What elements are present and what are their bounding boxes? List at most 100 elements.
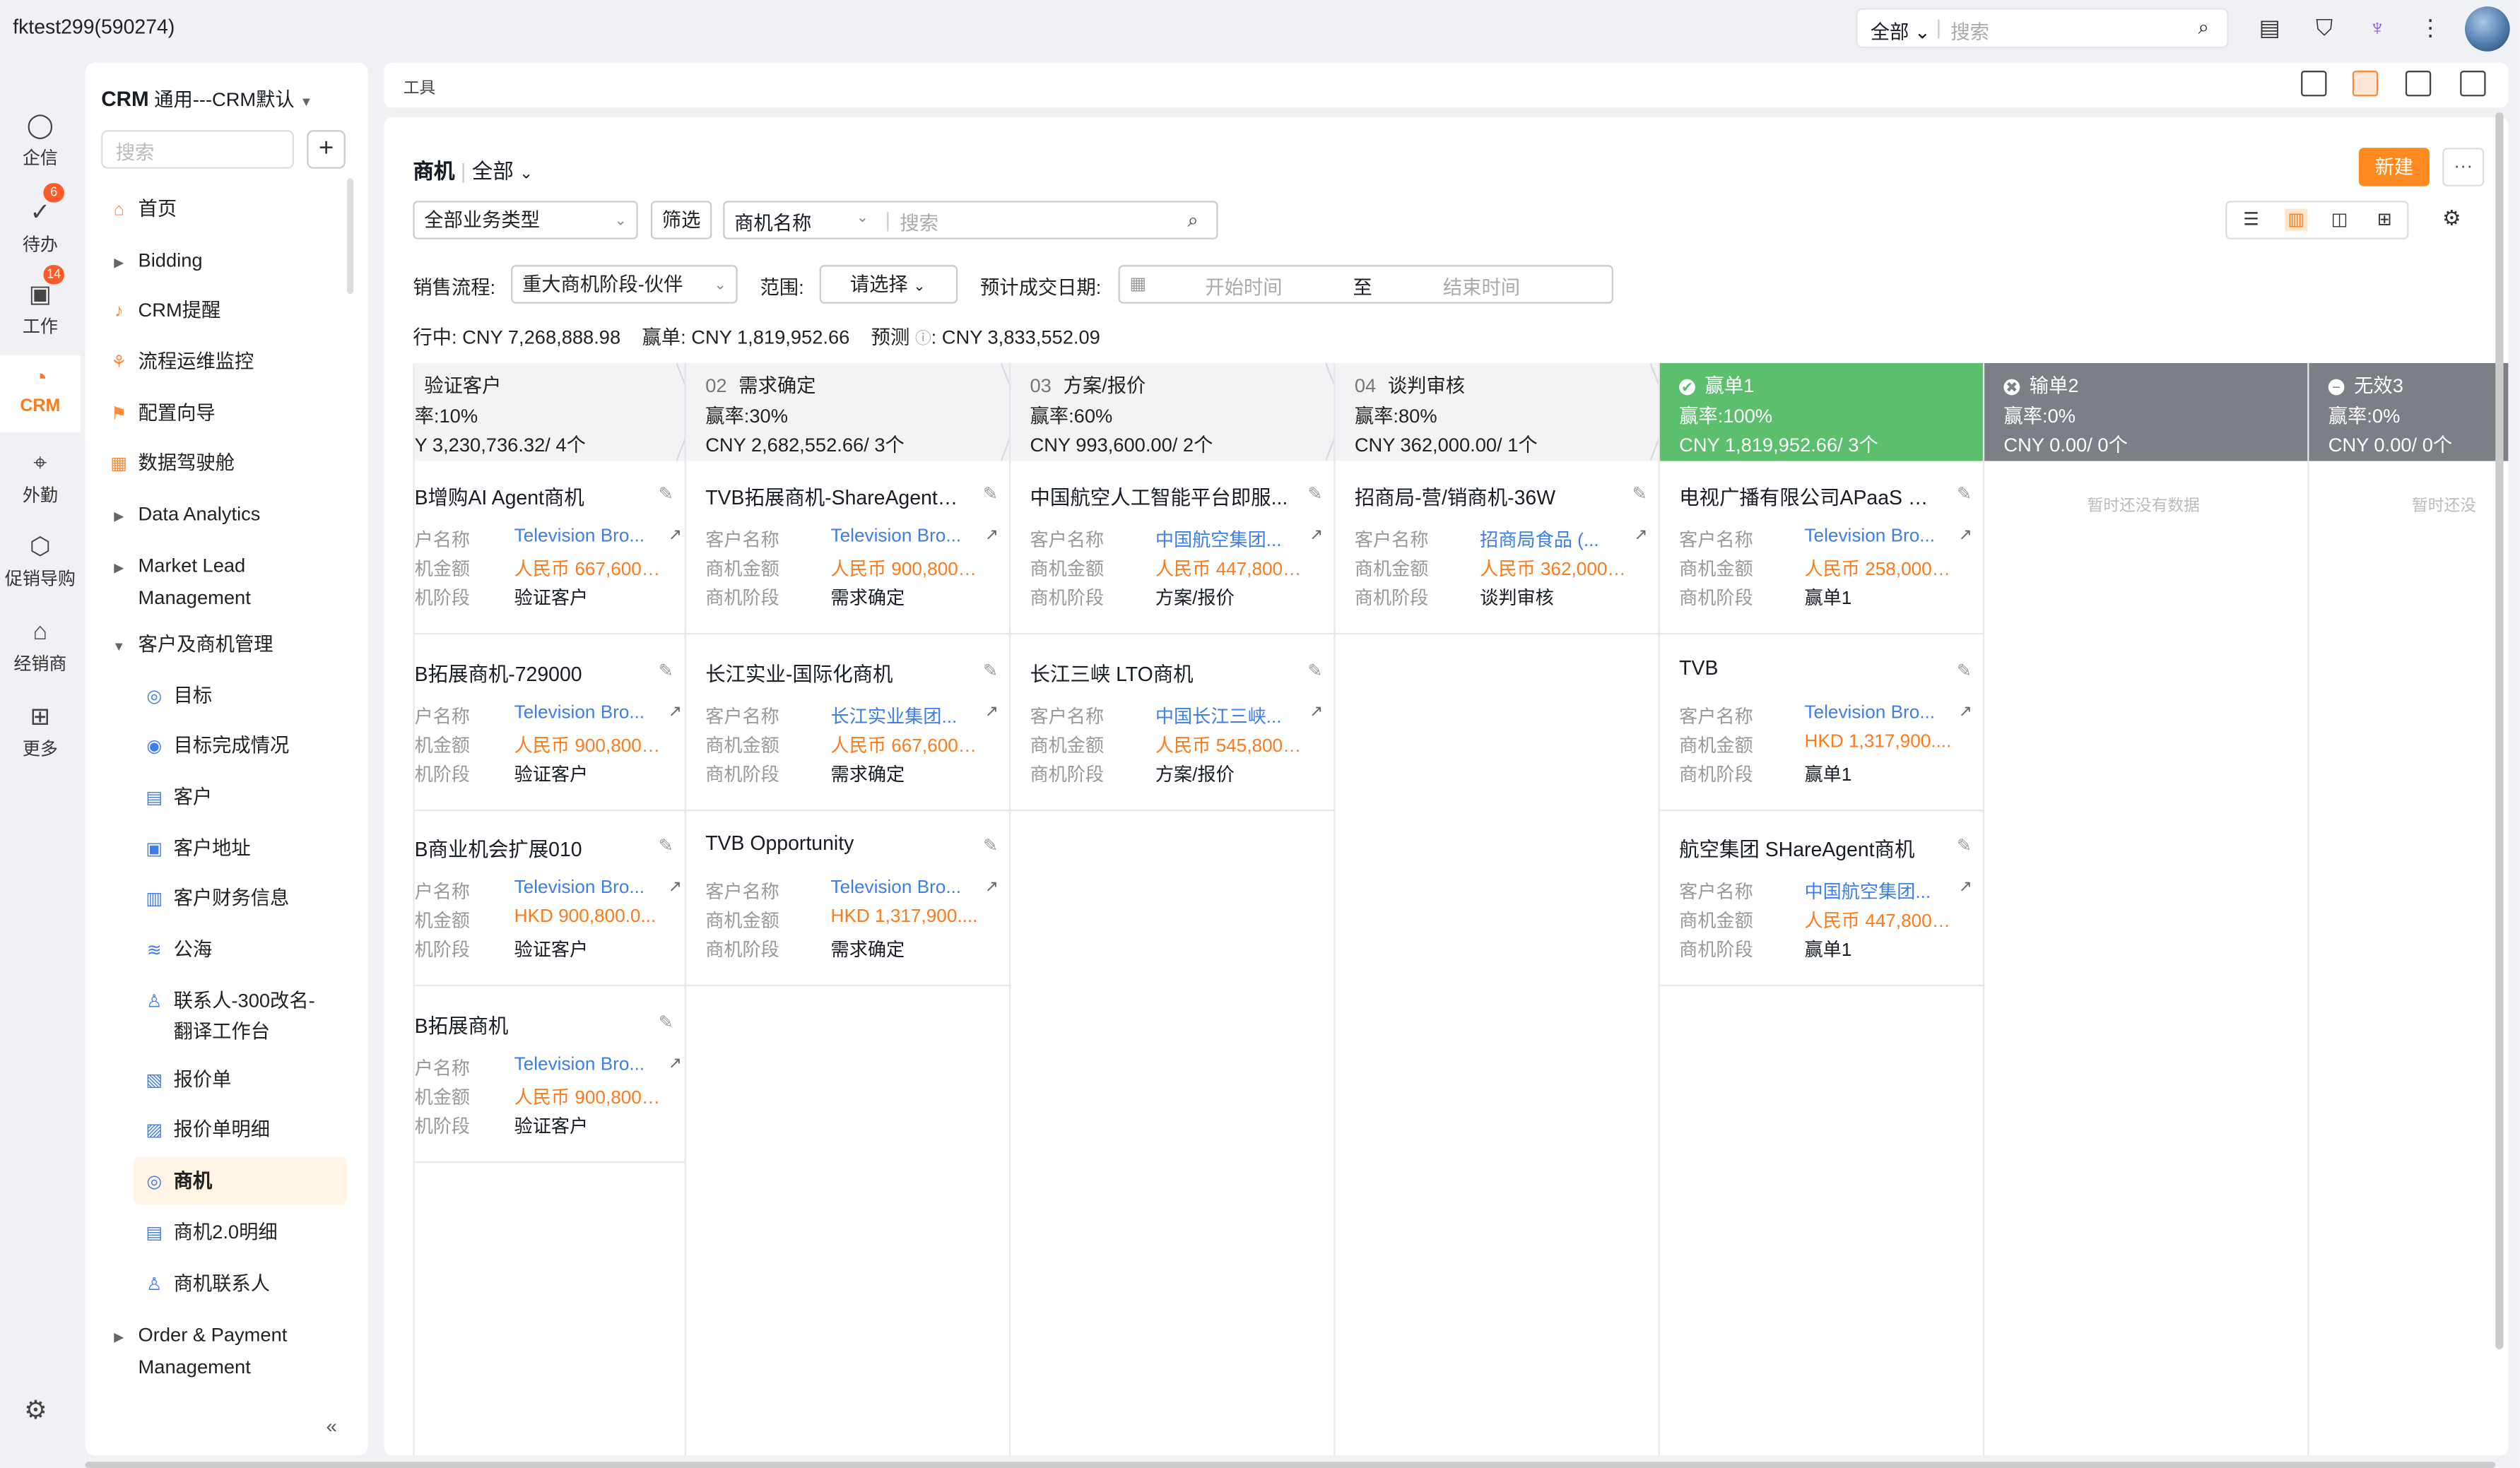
opportunity-card[interactable]: B拓展商机 ✎ 户名称 Television Bro... ↗ 机金额 人民币 90… — [414, 989, 686, 1163]
sidebar-item-19[interactable]: ▤ 商机2.0明细 — [143, 1218, 277, 1248]
more-button[interactable]: ··· — [2442, 148, 2485, 187]
opportunity-title[interactable]: 长江实业-国际化商机 — [705, 656, 965, 687]
edit-icon[interactable]: ✎ — [983, 483, 998, 504]
nav-item-0[interactable]: ◯ 企信 — [0, 103, 81, 180]
help-icon[interactable]: ⓘ — [915, 331, 931, 348]
sidebar-item-20[interactable]: ♙ 商机联系人 — [143, 1269, 270, 1299]
sidebar-item-21[interactable]: ▶ Order & Payment Management — [107, 1320, 287, 1381]
field-value[interactable]: 招商局食品 (... — [1480, 527, 1627, 552]
collapse-sidebar-icon[interactable]: « — [326, 1415, 337, 1438]
date-end-input[interactable]: 结束时间 — [1443, 273, 1520, 301]
layout-2-icon[interactable] — [2352, 71, 2379, 97]
nav-item-2[interactable]: ▣ 工作 14 — [0, 265, 81, 348]
range-select[interactable]: 请选择 ⌄ — [819, 265, 958, 304]
add-icon[interactable]: + — [307, 130, 346, 169]
opportunity-card[interactable]: 长江三峡 LTO商机 ✎ 客户名称 中国长江三峡... ↗ 商机金额 人民币 545… — [1011, 637, 1336, 811]
edit-icon[interactable]: ✎ — [1957, 483, 1972, 504]
sidebar-item-17[interactable]: ▨ 报价单明细 — [143, 1115, 270, 1145]
opportunity-title[interactable]: TVB Opportunity — [705, 832, 965, 855]
opportunity-card[interactable]: 航空集团 SHareAgent商机 ✎ 客户名称 中国航空集团... ↗ 商机金额… — [1659, 813, 1985, 987]
sidebar-item-6[interactable]: ▶ Data Analytics — [107, 499, 260, 531]
opportunity-title[interactable]: 电视广播有限公司APaaS 商机 — [1679, 480, 1939, 511]
layout-4-icon[interactable] — [2460, 71, 2486, 97]
grid-view-icon[interactable]: ⊞ — [2373, 209, 2396, 232]
sidebar-item-9[interactable]: ◎ 目标 — [143, 681, 212, 711]
stage-header[interactable]: − 无效3 赢率:0% CNY 0.00/ 0个 — [2309, 362, 2509, 461]
nav-item-5[interactable]: ⬡ 促销导购 — [0, 523, 81, 600]
avatar[interactable] — [2465, 6, 2510, 52]
opportunity-card[interactable]: 电视广播有限公司APaaS 商机 ✎ 客户名称 Television Bro...… — [1659, 461, 1985, 635]
sidebar-item-3[interactable]: ⚘ 流程运维监控 — [107, 347, 254, 377]
stage-header[interactable]: 02 需求确定 赢率:30% CNY 2,682,552.66/ 3个 — [685, 362, 1011, 461]
horizontal-scrollbar[interactable] — [85, 1462, 2496, 1468]
business-type-select[interactable]: 全部业务类型 ⌄ — [413, 201, 638, 239]
edit-icon[interactable]: ✎ — [659, 835, 673, 856]
bag-icon[interactable]: ⛉ — [2311, 14, 2338, 42]
sidebar-scrollbar[interactable] — [347, 178, 354, 295]
settings-icon[interactable]: ⚙ — [24, 1395, 47, 1426]
sidebar-item-1[interactable]: ▶ Bidding — [107, 246, 202, 278]
opportunity-card[interactable]: 招商局-营/销商机-36W ✎ 客户名称 招商局食品 (... ↗ 商机金额 人民币… — [1335, 461, 1660, 635]
open-link-icon[interactable]: ↗ — [985, 879, 999, 896]
field-value[interactable]: Television Bro... — [514, 1055, 662, 1074]
edit-icon[interactable]: ✎ — [659, 1011, 673, 1032]
field-value[interactable]: 长江实业集团... — [831, 703, 979, 728]
opportunity-title[interactable]: B拓展商机 — [415, 1008, 642, 1038]
kanban-view-icon[interactable]: ▥ — [2285, 208, 2308, 232]
edit-icon[interactable]: ✎ — [983, 659, 998, 680]
field-value[interactable]: Television Bro... — [831, 879, 979, 898]
edit-icon[interactable]: ✎ — [1957, 835, 1972, 856]
sidebar-item-10[interactable]: ◉ 目标完成情况 — [143, 731, 289, 762]
opportunity-card[interactable]: TVB ✎ 客户名称 Television Bro... ↗ 商机金额 HKD 1,… — [1659, 637, 1985, 811]
open-link-icon[interactable]: ↗ — [1309, 527, 1323, 545]
layout-3-icon[interactable] — [2405, 71, 2432, 97]
opportunity-card[interactable]: 中国航空人工智能平台即服... ✎ 客户名称 中国航空集团... ↗ 商机金额 人民… — [1011, 461, 1336, 635]
new-button[interactable]: 新建 — [2358, 148, 2430, 187]
field-value[interactable]: Television Bro... — [1804, 703, 1952, 722]
opportunity-title[interactable]: B拓展商机-729000 — [415, 656, 642, 687]
document-icon[interactable]: ▤ — [2256, 14, 2283, 42]
edit-icon[interactable]: ✎ — [1307, 483, 1322, 504]
edit-icon[interactable]: ✎ — [983, 835, 998, 856]
account-name[interactable]: fktest299(590274) — [13, 16, 175, 39]
edit-icon[interactable]: ✎ — [659, 483, 673, 504]
list-view-icon[interactable]: ☰ — [2240, 209, 2263, 232]
more-vertical-icon[interactable]: ⋮ — [2417, 14, 2444, 42]
stage-header[interactable]: ✔ 赢单1 赢率:100% CNY 1,819,952.66/ 3个 — [1659, 362, 1985, 461]
sidebar-item-5[interactable]: ▦ 数据驾驶舱 — [107, 448, 235, 478]
close-date-range[interactable]: ▦ 开始时间 至 结束时间 — [1118, 265, 1613, 304]
opportunity-card[interactable]: B拓展商机-729000 ✎ 户名称 Television Bro... ↗ 机金… — [414, 637, 686, 811]
vertical-scrollbar[interactable] — [2495, 112, 2504, 1349]
open-link-icon[interactable]: ↗ — [1309, 703, 1323, 721]
global-search-input[interactable]: 搜索 — [1950, 18, 1989, 45]
object-scope-selector[interactable]: 商机 | 全部 ⌄ — [413, 154, 533, 184]
field-value[interactable]: Television Bro... — [1804, 527, 1952, 546]
search-field-select[interactable]: 商机名称 — [734, 209, 811, 237]
field-value[interactable]: 中国航空集团... — [1804, 879, 1952, 904]
sidebar-item-12[interactable]: ▣ 客户地址 — [143, 834, 250, 864]
sidebar-item-7[interactable]: ▶ Market Lead Management — [107, 551, 251, 612]
opportunity-search[interactable]: 商机名称 ⌄ 搜索 ⌕ — [723, 201, 1218, 239]
field-value[interactable]: 中国长江三峡... — [1155, 703, 1303, 728]
opportunity-title[interactable]: 长江三峡 LTO商机 — [1030, 656, 1290, 687]
filter-button[interactable]: 筛选 — [650, 201, 712, 239]
open-link-icon[interactable]: ↗ — [1959, 703, 1972, 721]
sales-process-select[interactable]: 重大商机阶段-伙伴 ⌄ — [511, 265, 738, 304]
field-value[interactable]: Television Bro... — [514, 703, 662, 722]
search-icon[interactable]: ⌕ — [2198, 16, 2209, 40]
edit-icon[interactable]: ✎ — [1307, 659, 1322, 680]
search-icon[interactable]: ⌕ — [1187, 209, 1198, 233]
sidebar-item-18[interactable]: ◎ 商机 — [133, 1156, 348, 1205]
opportunity-card[interactable]: B商业机会扩展010 ✎ 户名称 Television Bro... ↗ 机金额 H… — [414, 813, 686, 987]
split-view-icon[interactable]: ◫ — [2328, 209, 2351, 232]
open-link-icon[interactable]: ↗ — [669, 1055, 682, 1072]
opportunity-title[interactable]: TVB — [1679, 656, 1939, 679]
field-value[interactable]: 中国航空集团... — [1155, 527, 1303, 552]
open-link-icon[interactable]: ↗ — [1634, 527, 1647, 545]
field-value[interactable]: Television Bro... — [514, 879, 662, 898]
nav-item-6[interactable]: ⌂ 经销商 — [0, 609, 81, 686]
search-scope-dropdown[interactable]: 全部 ⌄ — [1871, 18, 1931, 45]
sidebar-item-4[interactable]: ⚑ 配置向导 — [107, 398, 216, 429]
layout-1-icon[interactable] — [2301, 71, 2327, 97]
edit-icon[interactable]: ✎ — [1957, 659, 1972, 680]
